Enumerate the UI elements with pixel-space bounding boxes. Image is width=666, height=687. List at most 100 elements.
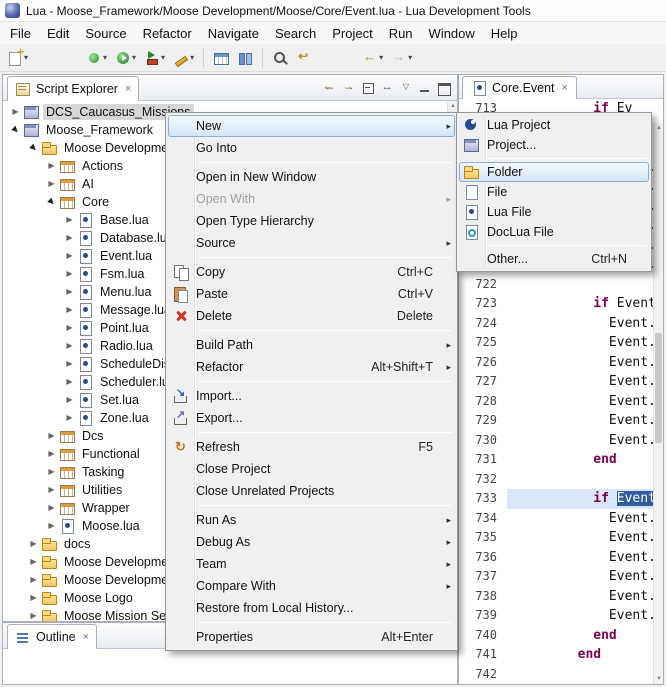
expand-arrow-icon[interactable]: ▶ bbox=[62, 373, 77, 391]
context-menu-item-import[interactable]: Import... bbox=[168, 385, 455, 407]
toolbar-button-columns[interactable] bbox=[234, 46, 256, 70]
context-menu-item-build-path[interactable]: Build Path▸ bbox=[168, 334, 455, 356]
menubar-item-edit[interactable]: Edit bbox=[39, 23, 77, 44]
context-menu-item-debug-as[interactable]: Debug As▸ bbox=[168, 531, 455, 553]
expand-arrow-icon[interactable]: ▶ bbox=[62, 301, 77, 319]
expand-arrow-icon[interactable]: ▶ bbox=[26, 607, 41, 621]
context-menu-item-compare-with[interactable]: Compare With▸ bbox=[168, 575, 455, 597]
context-menu-item-delete[interactable]: DeleteDelete bbox=[168, 305, 455, 327]
tab-script-explorer[interactable]: Script Explorer × bbox=[7, 76, 139, 101]
back-icon[interactable]: ← bbox=[321, 79, 339, 96]
new-submenu-item-lua-project[interactable]: Lua Project bbox=[459, 115, 649, 135]
minimize-icon[interactable] bbox=[416, 79, 434, 96]
new-submenu-item-other[interactable]: Other...Ctrl+N bbox=[459, 249, 649, 269]
context-menu-item-export[interactable]: Export... bbox=[168, 407, 455, 429]
expand-arrow-icon[interactable]: ▶ bbox=[62, 247, 77, 265]
context-menu-item-close-unrelated-projects[interactable]: Close Unrelated Projects bbox=[168, 480, 455, 502]
expand-arrow-icon[interactable]: ▶ bbox=[26, 553, 41, 571]
new-submenu-item-file[interactable]: File bbox=[459, 182, 649, 202]
new-submenu-item-lua-file[interactable]: Lua File bbox=[459, 202, 649, 222]
menubar-item-project[interactable]: Project bbox=[324, 23, 380, 44]
toolbar-button-external-tools[interactable]: ▾ bbox=[141, 46, 168, 70]
dropdown-caret-icon[interactable]: ▾ bbox=[24, 53, 28, 62]
expand-arrow-icon[interactable]: ▶ bbox=[62, 391, 77, 409]
dropdown-caret-icon[interactable]: ▾ bbox=[132, 53, 136, 62]
context-menu-item-source[interactable]: Source▸ bbox=[168, 232, 455, 254]
context-menu-item-refresh[interactable]: RefreshF5 bbox=[168, 436, 455, 458]
expand-arrow-icon[interactable]: ▶ bbox=[62, 319, 77, 337]
editor-scrollbar[interactable]: ▲ ▼ bbox=[653, 123, 663, 684]
toolbar-button-search[interactable] bbox=[269, 46, 291, 70]
scroll-up-icon[interactable]: ▲ bbox=[448, 101, 458, 111]
expand-arrow-icon[interactable]: ▶ bbox=[62, 265, 77, 283]
context-menu-item-go-into[interactable]: Go Into bbox=[168, 137, 455, 159]
context-menu-item-new[interactable]: New▸ bbox=[168, 115, 455, 137]
expand-arrow-icon[interactable]: ▶ bbox=[44, 157, 59, 175]
tab-outline[interactable]: Outline × bbox=[7, 624, 97, 649]
expand-arrow-icon[interactable]: ▶ bbox=[44, 463, 59, 481]
dropdown-caret-icon[interactable]: ▾ bbox=[190, 53, 194, 62]
expand-arrow-icon[interactable]: ▶ bbox=[44, 427, 59, 445]
context-menu-item-run-as[interactable]: Run As▸ bbox=[168, 509, 455, 531]
maximize-icon[interactable] bbox=[435, 79, 453, 96]
context-menu-item-restore-from-local-history[interactable]: Restore from Local History... bbox=[168, 597, 455, 619]
expand-arrow-icon[interactable]: ▶ bbox=[62, 337, 77, 355]
context-menu-item-close-project[interactable]: Close Project bbox=[168, 458, 455, 480]
dropdown-caret-icon[interactable]: ▾ bbox=[408, 53, 412, 62]
expand-arrow-icon[interactable]: ▶ bbox=[62, 283, 77, 301]
context-menu-item-copy[interactable]: CopyCtrl+C bbox=[168, 261, 455, 283]
expand-arrow-icon[interactable]: ▶ bbox=[26, 571, 41, 589]
menubar-item-navigate[interactable]: Navigate bbox=[200, 23, 267, 44]
expand-arrow-icon[interactable]: ▶ bbox=[26, 589, 41, 607]
folder-icon bbox=[41, 608, 57, 621]
forward-icon[interactable]: → bbox=[340, 79, 358, 96]
new-submenu-item-project[interactable]: Project... bbox=[459, 135, 649, 155]
toolbar-button-run[interactable]: ▾ bbox=[112, 46, 139, 70]
expand-arrow-icon[interactable]: ▶ bbox=[62, 409, 77, 427]
close-icon[interactable]: × bbox=[125, 84, 131, 94]
menubar-item-run[interactable]: Run bbox=[381, 23, 421, 44]
expand-arrow-icon[interactable]: ▶ bbox=[62, 211, 77, 229]
menubar-item-help[interactable]: Help bbox=[483, 23, 526, 44]
context-menu-item-team[interactable]: Team▸ bbox=[168, 553, 455, 575]
context-menu-item-paste[interactable]: PasteCtrl+V bbox=[168, 283, 455, 305]
toolbar-button-back[interactable]: ▾ bbox=[359, 46, 386, 70]
menubar-item-source[interactable]: Source bbox=[77, 23, 134, 44]
menubar-item-refactor[interactable]: Refactor bbox=[135, 23, 200, 44]
toolbar-button-forward[interactable]: ▾ bbox=[388, 46, 415, 70]
toolbar-button-table[interactable] bbox=[210, 46, 232, 70]
menubar-item-window[interactable]: Window bbox=[421, 23, 483, 44]
context-menu-item-open-in-new-window[interactable]: Open in New Window bbox=[168, 166, 455, 188]
dropdown-caret-icon[interactable]: ▾ bbox=[379, 53, 383, 62]
context-menu-item-refactor[interactable]: RefactorAlt+Shift+T▸ bbox=[168, 356, 455, 378]
expand-arrow-icon[interactable]: ▶ bbox=[62, 229, 77, 247]
scroll-up-icon[interactable]: ▲ bbox=[654, 123, 663, 133]
view-menu-icon[interactable]: ▽ bbox=[397, 79, 415, 96]
close-icon[interactable]: × bbox=[83, 632, 89, 642]
expand-arrow-icon[interactable]: ▶ bbox=[44, 481, 59, 499]
context-menu-item-properties[interactable]: PropertiesAlt+Enter bbox=[168, 626, 455, 648]
close-icon[interactable]: × bbox=[562, 83, 568, 93]
toolbar-button-annotation[interactable]: ▾ bbox=[170, 46, 197, 70]
scrollbar-thumb[interactable] bbox=[655, 333, 662, 443]
project-icon bbox=[23, 122, 39, 138]
new-submenu-item-folder[interactable]: Folder bbox=[459, 162, 649, 182]
tab-core-event[interactable]: Core.Event × bbox=[462, 76, 577, 99]
expand-arrow-icon[interactable]: ▶ bbox=[44, 499, 59, 517]
expand-arrow-icon[interactable]: ▶ bbox=[62, 355, 77, 373]
link-with-editor-icon[interactable]: ↔ bbox=[378, 79, 396, 96]
expand-arrow-icon[interactable]: ▶ bbox=[26, 535, 41, 553]
expand-arrow-icon[interactable]: ▶ bbox=[44, 517, 59, 535]
dropdown-caret-icon[interactable]: ▾ bbox=[161, 53, 165, 62]
toolbar-button-new-wizard[interactable]: ▾ bbox=[4, 46, 31, 70]
menubar-item-file[interactable]: File bbox=[2, 23, 39, 44]
scroll-down-icon[interactable]: ▼ bbox=[654, 674, 663, 684]
context-menu-item-open-type-hierarchy[interactable]: Open Type Hierarchy bbox=[168, 210, 455, 232]
expand-arrow-icon[interactable]: ▶ bbox=[44, 445, 59, 463]
toolbar-button-debug[interactable]: ▾ bbox=[83, 46, 110, 70]
dropdown-caret-icon[interactable]: ▾ bbox=[103, 53, 107, 62]
new-submenu-item-doclua-file[interactable]: DocLua File bbox=[459, 222, 649, 242]
menubar-item-search[interactable]: Search bbox=[267, 23, 324, 44]
collapse-all-icon[interactable] bbox=[359, 79, 377, 96]
toolbar-button-last-edit-location[interactable] bbox=[293, 46, 315, 70]
